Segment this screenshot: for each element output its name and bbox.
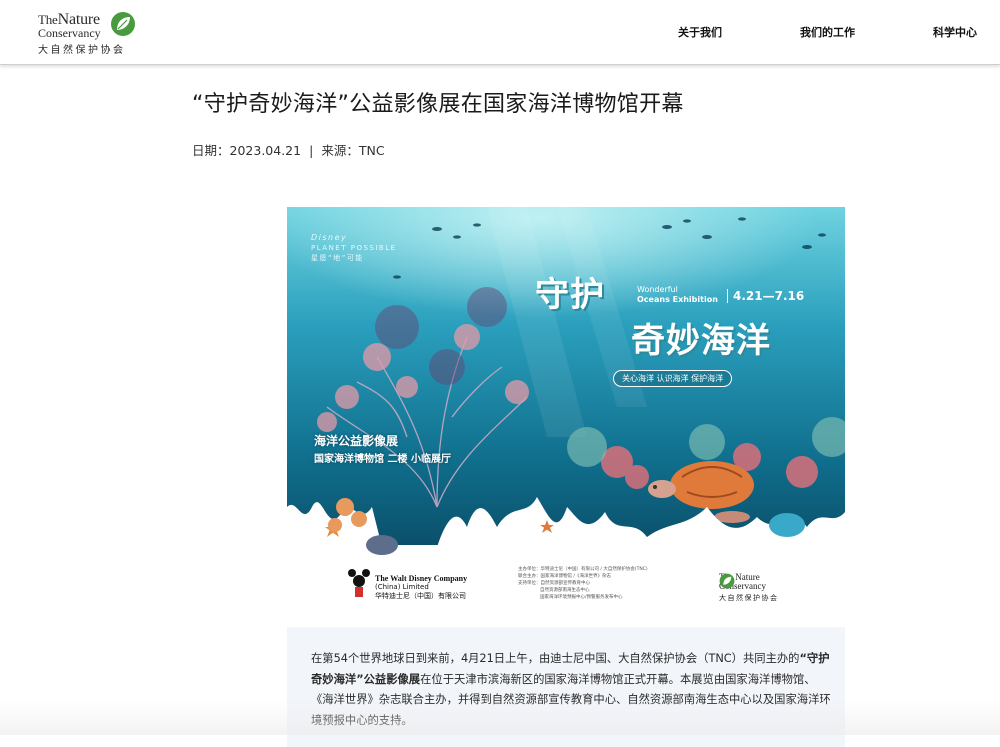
article-body: 在第54个世界地球日到来前，4月21日上午，由迪士尼中国、大自然保护协会（TNC… <box>287 627 845 747</box>
sponsor-line: 国家海洋环境预报中心/预警服务发布中心 <box>540 595 623 600</box>
poster-main-title-line1: 守护 <box>535 275 605 315</box>
sponsor-line: 支持单位：自然资源部宣传教育中心 <box>518 581 590 586</box>
meta-separator: | <box>309 143 314 158</box>
article-title: “守护奇妙海洋”公益影像展在国家海洋博物馆开幕 <box>192 92 684 117</box>
nav-our-work[interactable]: 我们的工作 <box>800 24 855 40</box>
poster-tnc-logo: The Nature Conservancy 大自然保护协会 <box>719 572 779 603</box>
poster-brand: Disney PLANET POSSIBLE 星愿“地”可能 <box>311 233 397 262</box>
source-label: 来源： <box>321 143 359 158</box>
poster-exhibit-title: 海洋公益影像展 <box>314 434 399 448</box>
poster-disney-logo: The Walt Disney Company (China) Limited … <box>375 574 468 600</box>
poster-sponsors: 主办单位：华特迪士尼（中国）有限公司 / 大自然保护协会(TNC) 联合主办：国… <box>518 566 648 601</box>
nav-about-us[interactable]: 关于我们 <box>678 24 722 40</box>
poster-main-title-line2: 奇妙海洋 <box>631 321 771 361</box>
poster-wonderful-text: Wonderful Oceans Exhibition <box>637 285 718 304</box>
leaf-logo-icon <box>719 573 735 589</box>
tnc-logo[interactable]: TheNature Conservancy 大自然保护协会 <box>38 11 138 56</box>
leaf-logo-icon <box>111 12 135 36</box>
article-source: TNC <box>358 143 385 158</box>
article-meta: 日期：2023.04.21 | 来源：TNC <box>192 140 385 159</box>
nav-science-center[interactable]: 科学中心 <box>933 24 977 40</box>
sponsor-line: 自然资源部南海生态中心 <box>540 588 590 593</box>
poster-slogan: 关心海洋 认识海洋 保护海洋 <box>613 370 733 387</box>
exhibition-poster[interactable]: Disney PLANET POSSIBLE 星愿“地”可能 守护 Wonder… <box>287 207 845 617</box>
logo-text-cn: 大自然保护协会 <box>38 45 126 56</box>
logo-text-line2: Conservancy <box>38 26 101 40</box>
sponsor-line: 联合主办：国家海洋博物馆 /《海洋世界》杂志 <box>518 574 611 579</box>
site-header: TheNature Conservancy 大自然保护协会 关于我们 我们的工作… <box>0 0 1000 65</box>
article-date: 2023.04.21 <box>229 143 302 158</box>
date-label: 日期： <box>192 143 230 158</box>
poster-exhibit-location: 国家海洋博物馆 二楼 小临展厅 <box>314 454 451 465</box>
article-paragraph: 在第54个世界地球日到来前，4月21日上午，由迪士尼中国、大自然保护协会（TNC… <box>311 652 831 727</box>
sponsor-line: 主办单位：华特迪士尼（中国）有限公司 / 大自然保护协会(TNC) <box>518 567 648 572</box>
poster-dates: 4.21—7.16 <box>727 289 804 303</box>
